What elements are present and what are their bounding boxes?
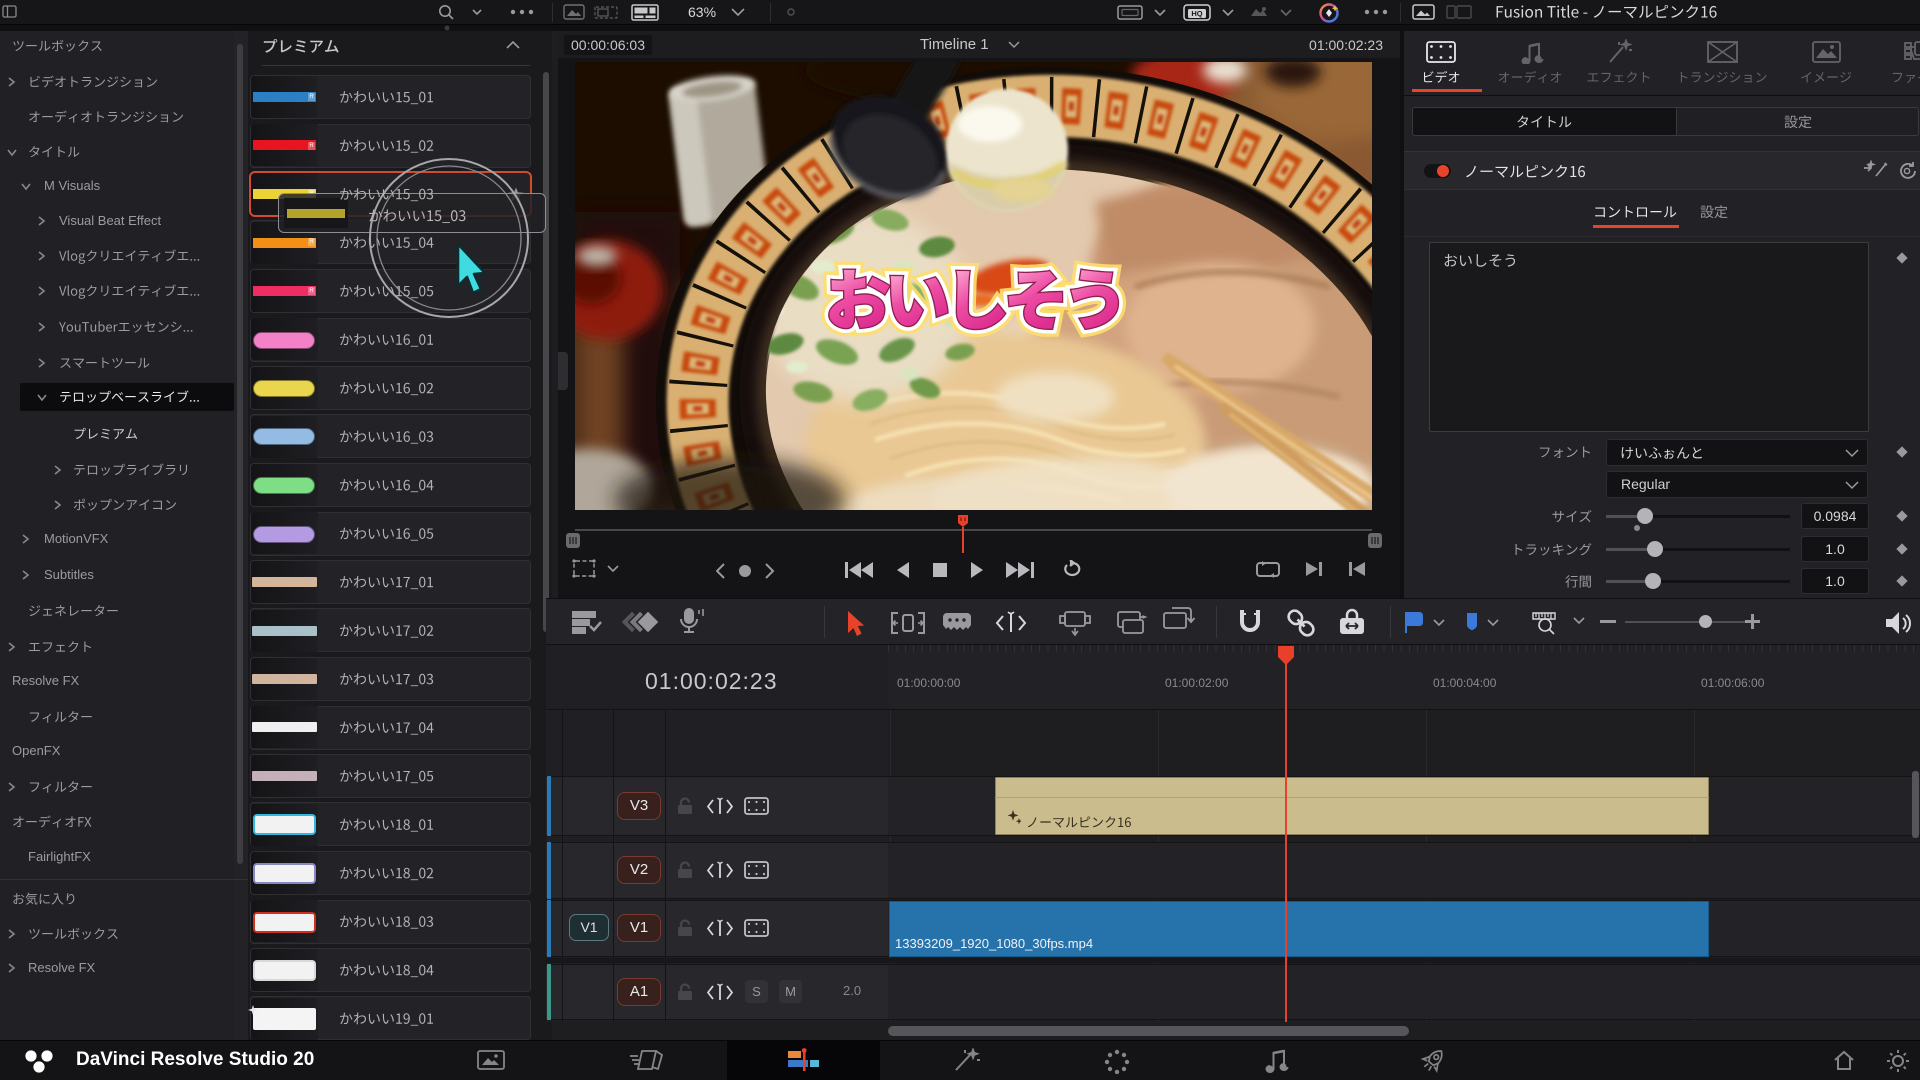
svg-text:HQ: HQ	[1191, 9, 1202, 18]
